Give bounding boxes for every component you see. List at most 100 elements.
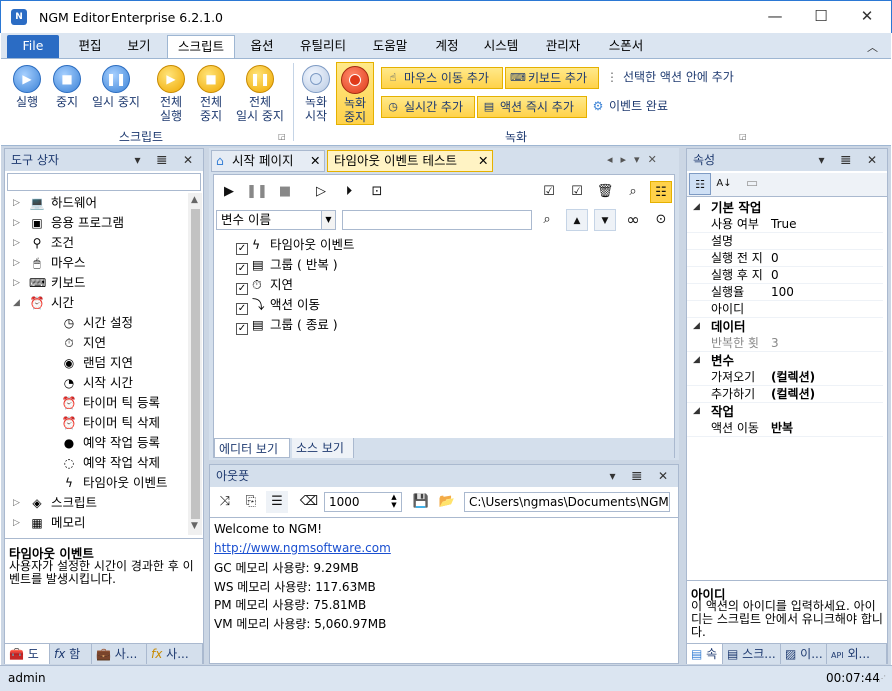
tab-admin[interactable]: 관리자 xyxy=(538,35,588,58)
event-checkbox[interactable]: ✓ xyxy=(236,283,248,295)
expand-arrow-icon[interactable]: ▷ xyxy=(13,253,23,273)
output-copy-icon[interactable]: ⎘ xyxy=(240,491,262,513)
toolbox-search-input[interactable] xyxy=(7,173,201,191)
output-clear-icon[interactable]: ⤨ xyxy=(214,491,236,513)
search-icon[interactable]: ⌕ xyxy=(622,181,644,203)
property-row[interactable]: 실행율 100 xyxy=(687,284,883,301)
pause-icon[interactable]: ❚❚ xyxy=(246,181,268,203)
event-row[interactable]: ✓ ▤ 그룹 ( 반복 ) xyxy=(236,255,338,275)
collapse-arrow-icon[interactable]: ◢ xyxy=(693,352,700,369)
folder-icon[interactable]: 📂 xyxy=(436,491,458,513)
tab-editor-view[interactable]: 에디터 보기 xyxy=(214,438,290,458)
variable-search-input[interactable] xyxy=(342,210,532,230)
collapse-arrow-icon[interactable]: ◢ xyxy=(693,318,700,335)
event-checkbox[interactable]: ✓ xyxy=(236,243,248,255)
event-row[interactable]: ✓ ▤ 그룹 ( 종료 ) xyxy=(236,315,338,335)
record-start-button[interactable]: 녹화 시작 xyxy=(297,65,335,123)
property-row[interactable]: 가져오기 (컬렉션) xyxy=(687,369,883,386)
stop-icon[interactable]: ■ xyxy=(274,181,296,203)
property-row[interactable]: 아이디 xyxy=(687,301,883,318)
property-row[interactable]: 사용 여부 True xyxy=(687,216,883,233)
expand-arrow-icon[interactable]: ▷ xyxy=(13,233,23,253)
panel-controls-icon[interactable]: ▾ 𝌆 ✕ xyxy=(135,149,199,171)
property-value[interactable]: 0 xyxy=(771,250,779,267)
line-count-stepper[interactable]: 1000 ▲ ▼ xyxy=(324,492,402,512)
tab-scripts[interactable]: ▤ 스크... xyxy=(723,644,781,664)
property-row[interactable]: 액션 이동 반복 xyxy=(687,420,883,437)
property-row[interactable]: 설명 xyxy=(687,233,883,250)
eraser-icon[interactable]: ⌫ xyxy=(298,491,320,513)
tab-options[interactable]: 옵션 xyxy=(241,35,283,58)
variable-name-select[interactable]: 변수 이름 ▼ xyxy=(216,210,336,230)
property-row[interactable]: 추가하기 (컬렉션) xyxy=(687,386,883,403)
collapse-arrow-icon[interactable]: ◢ xyxy=(693,403,700,420)
toolbox-scrollbar[interactable]: ▲ ▼ xyxy=(188,193,202,535)
minimize-button[interactable]: — xyxy=(752,1,798,33)
property-value[interactable]: 100 xyxy=(771,284,794,301)
event-checkbox[interactable]: ✓ xyxy=(236,303,248,315)
tab-timeout-event-test[interactable]: 타임아웃 이벤트 테스트 ✕ xyxy=(327,150,493,172)
property-category[interactable]: ◢ 변수 xyxy=(687,352,883,369)
tab-account[interactable]: 계정 xyxy=(427,35,467,58)
check-all-icon[interactable]: ☑ xyxy=(538,181,560,203)
stop-all-button[interactable]: ■ 전체 중지 xyxy=(191,65,231,123)
output-path-input[interactable]: C:\Users\ngmas\Documents\NGM6\ xyxy=(464,492,670,512)
property-row[interactable]: 반복한 횟 3 xyxy=(687,335,883,352)
tab-properties[interactable]: ▤ 속 xyxy=(687,644,723,664)
property-row[interactable]: 실행 전 지 0 xyxy=(687,250,883,267)
property-category[interactable]: ◢ 작업 xyxy=(687,403,883,420)
delete-icon[interactable]: 🗑 xyxy=(594,181,616,203)
check-icon[interactable]: ☑ xyxy=(566,181,588,203)
property-value[interactable]: 반복 xyxy=(771,420,793,437)
infinity-icon[interactable]: ∞ xyxy=(622,209,644,231)
run-all-button[interactable]: ▶ 전체 실행 xyxy=(151,65,191,123)
property-category[interactable]: ◢ 데이터 xyxy=(687,318,883,335)
property-value[interactable]: 0 xyxy=(771,267,779,284)
collapse-arrow-icon[interactable]: ◢ xyxy=(13,293,23,313)
property-pages-icon[interactable]: ▭ xyxy=(741,173,763,195)
property-row[interactable]: 실행 후 지 0 xyxy=(687,267,883,284)
property-value[interactable]: 3 xyxy=(771,335,779,352)
close-tab-icon[interactable]: ✕ xyxy=(478,151,488,171)
pause-button[interactable]: ❚❚ 일시 중지 xyxy=(87,65,145,109)
event-checkbox[interactable]: ✓ xyxy=(236,323,248,335)
tab-images[interactable]: ▨ 이... xyxy=(781,644,827,664)
dialog-launcher-icon[interactable]: ◲ xyxy=(278,132,286,141)
record-dialog-launcher-icon[interactable]: ◲ xyxy=(739,132,747,141)
expand-arrow-icon[interactable]: ▷ xyxy=(13,213,23,233)
tab-start-page[interactable]: ⌂ 시작 페이지 ✕ xyxy=(211,150,325,172)
collapse-arrow-icon[interactable]: ◢ xyxy=(693,199,700,216)
run-button[interactable]: ▶ 실행 xyxy=(7,65,47,109)
tab-source-view[interactable]: 소스 보기 xyxy=(292,438,354,458)
step-run-icon[interactable]: ▷ xyxy=(310,181,332,203)
event-checkbox[interactable]: ✓ xyxy=(236,263,248,275)
add-action-now-button[interactable]: ▤ 액션 즉시 추가 xyxy=(477,96,587,118)
tab-script[interactable]: 스크립트 xyxy=(167,35,235,58)
output-wrap-icon[interactable]: ☰ xyxy=(266,491,288,513)
event-done-button[interactable]: ⚙ 이벤트 완료 xyxy=(589,96,689,118)
tab-external[interactable]: API 외... xyxy=(827,644,887,664)
tab-nav-icons[interactable]: ◂▸▾✕ xyxy=(607,153,665,166)
run-from-icon[interactable]: ⊡ xyxy=(366,181,388,203)
tab-help[interactable]: 도움말 xyxy=(364,35,416,58)
tab-sponsor[interactable]: 스폰서 xyxy=(600,35,652,58)
expand-arrow-icon[interactable]: ▷ xyxy=(13,513,23,533)
stepper-arrows-icon[interactable]: ▲ ▼ xyxy=(388,493,400,509)
move-down-icon[interactable]: ▼ xyxy=(594,209,616,231)
expand-arrow-icon[interactable]: ▷ xyxy=(13,493,23,513)
property-value[interactable]: (컬렉션) xyxy=(771,386,815,403)
categorized-icon[interactable]: ☷ xyxy=(689,173,711,195)
add-realtime-button[interactable]: ◷ 실시간 추가 xyxy=(381,96,475,118)
event-row[interactable]: ✓ ⏱ 지연 xyxy=(236,275,293,295)
tab-utility[interactable]: 유틸리티 xyxy=(292,35,354,58)
resize-grip-icon[interactable]: ⋰ xyxy=(878,674,886,683)
property-category[interactable]: ◢ 기본 작업 xyxy=(687,199,883,216)
tab-system[interactable]: 시스템 xyxy=(475,35,527,58)
more-options-icon[interactable]: ⊙ xyxy=(650,209,672,231)
move-up-icon[interactable]: ▲ xyxy=(566,209,588,231)
tab-dictionary[interactable]: 💼 사... xyxy=(92,644,147,664)
pause-all-button[interactable]: ❚❚ 전체 일시 중지 xyxy=(231,65,289,123)
sort-alpha-icon[interactable]: A↓ xyxy=(713,173,735,195)
stop-button[interactable]: ■ 중지 xyxy=(47,65,87,109)
record-stop-button[interactable]: 녹화 중지 xyxy=(336,62,374,125)
